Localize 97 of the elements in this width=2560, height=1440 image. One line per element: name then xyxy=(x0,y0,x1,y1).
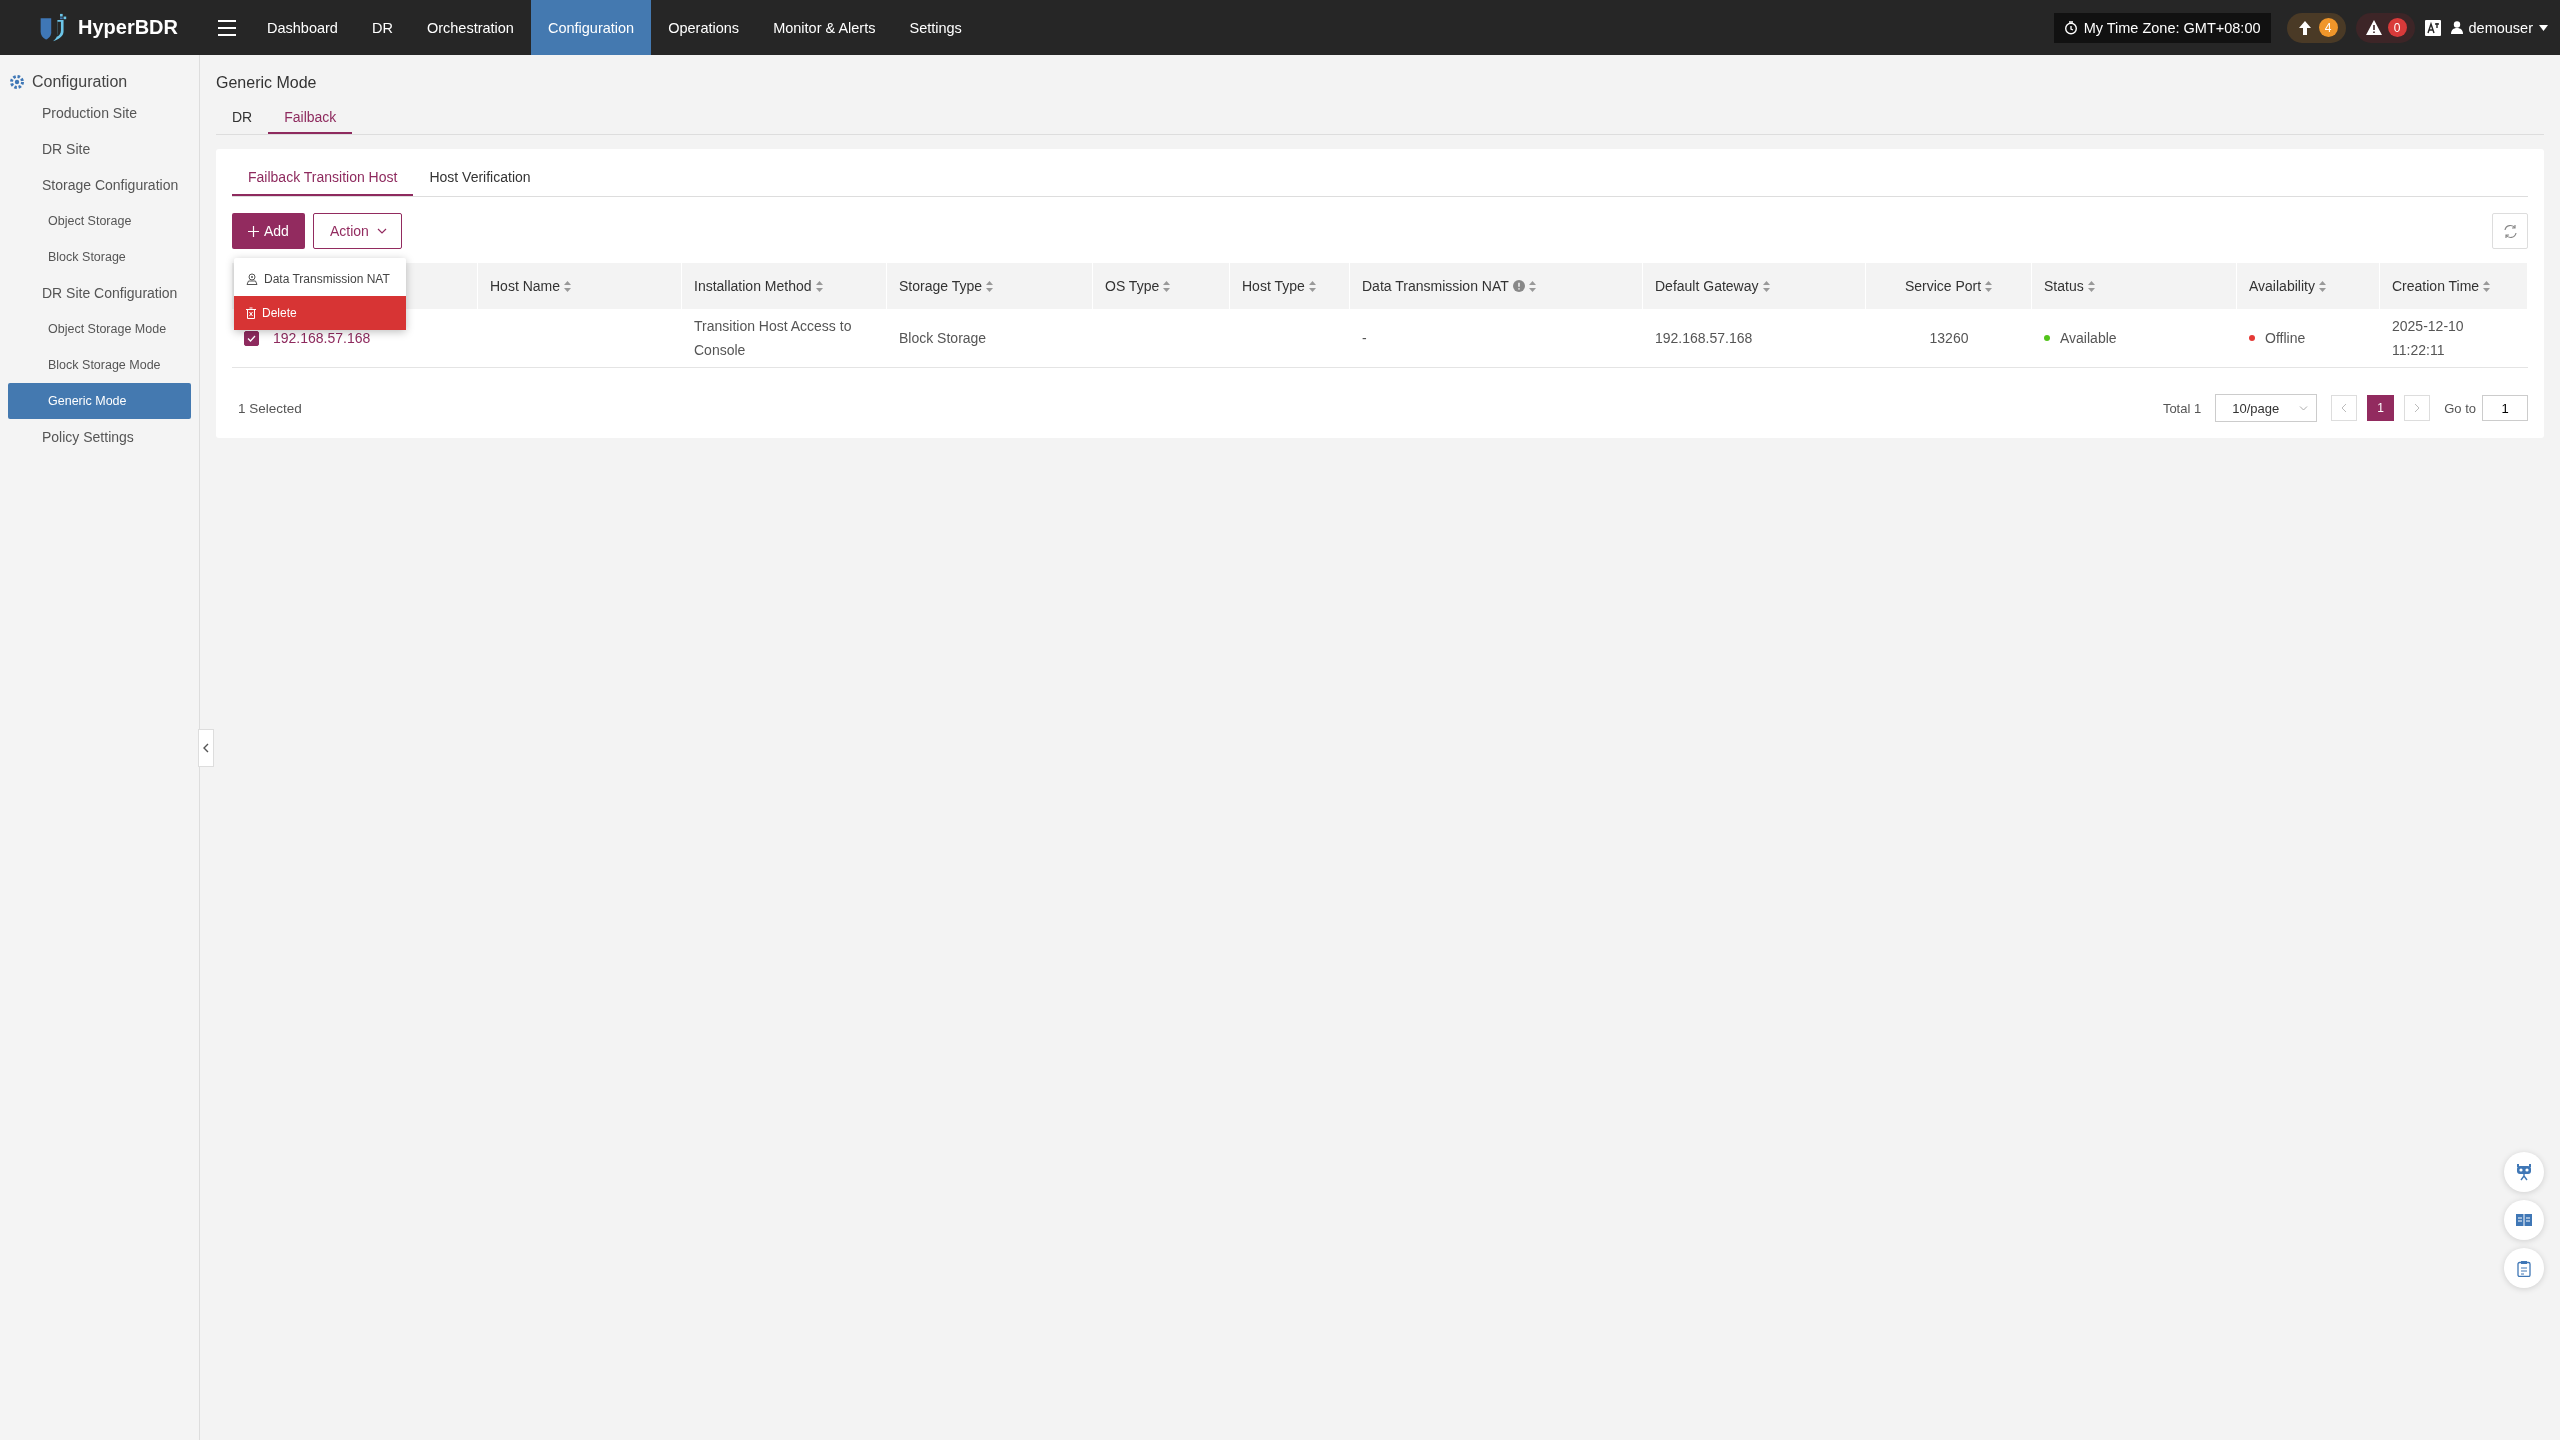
sort-icon[interactable] xyxy=(1528,280,1536,292)
sidebar-item[interactable]: Policy Settings xyxy=(8,419,191,455)
total-count: Total 1 xyxy=(2162,400,2202,416)
column-header: Host Name xyxy=(490,278,561,294)
menu-item[interactable]: Data Transmission NAT xyxy=(234,262,406,296)
column-header: Data Transmission NAT xyxy=(1362,278,1509,294)
column-header: Default Gateway xyxy=(1655,278,1759,294)
add-button[interactable]: Add xyxy=(232,213,305,249)
sidebar-item[interactable]: Generic Mode xyxy=(8,383,191,419)
sort-icon[interactable] xyxy=(1163,280,1171,292)
check-icon xyxy=(247,334,256,342)
column-header: Service Port xyxy=(1904,278,1982,294)
column-header: Creation Time xyxy=(2392,278,2480,294)
page-button[interactable]: 1 xyxy=(2367,395,2395,421)
table-cell-text: 13260 xyxy=(1929,329,1969,348)
sort-icon[interactable] xyxy=(2318,280,2326,292)
robot-button[interactable] xyxy=(2504,1152,2544,1192)
column-header: Installation Method xyxy=(694,278,812,294)
book-icon xyxy=(2515,1213,2533,1227)
chevron-down-icon xyxy=(376,228,387,234)
nav-tab[interactable]: Settings xyxy=(892,0,979,55)
sort-icon[interactable] xyxy=(986,280,994,292)
status-text: Available xyxy=(2060,329,2117,348)
sidebar-item[interactable]: Storage Configuration xyxy=(8,167,191,203)
table-cell-text: Transition Host Access to Console xyxy=(694,317,853,360)
column-header: Status xyxy=(2044,278,2084,294)
table-cell-text: 192.168.57.168 xyxy=(1655,329,1753,348)
nav-tab[interactable]: Configuration xyxy=(530,0,652,55)
sort-icon[interactable] xyxy=(1762,280,1770,292)
menu-item[interactable]: Delete xyxy=(234,296,406,330)
tab[interactable]: Failback xyxy=(268,103,353,134)
action-dropdown[interactable]: Action xyxy=(312,213,402,249)
nav-tab[interactable]: Dashboard xyxy=(250,0,355,55)
tab[interactable]: Host Verification xyxy=(413,161,547,196)
arrow-up-icon xyxy=(2296,19,2313,36)
book-button[interactable] xyxy=(2504,1200,2544,1240)
sort-icon[interactable] xyxy=(815,280,823,292)
sidebar-item[interactable]: DR Site xyxy=(8,131,191,167)
column-header: Host Type xyxy=(1242,278,1305,294)
sort-icon[interactable] xyxy=(2087,280,2095,292)
column-header: Availability xyxy=(2249,278,2315,294)
robot-icon xyxy=(2515,1163,2533,1181)
clipboard-icon xyxy=(2517,1259,2531,1277)
brand-name: HyperBDR xyxy=(77,16,178,39)
tab[interactable]: DR xyxy=(216,103,269,134)
sidebar-item[interactable]: Block Storage Mode xyxy=(8,347,191,383)
sidebar-item[interactable]: Production Site xyxy=(8,95,191,131)
menu-icon[interactable] xyxy=(218,19,236,36)
sidebar-title: Configuration xyxy=(32,73,128,91)
sort-icon[interactable] xyxy=(2483,280,2491,292)
trash-icon xyxy=(246,307,256,319)
go-to-field[interactable]: 1 xyxy=(2482,395,2528,421)
plus-icon xyxy=(248,225,259,237)
timer-icon xyxy=(2063,20,2078,35)
chevron-left-icon xyxy=(203,743,209,753)
sort-icon[interactable] xyxy=(1308,280,1316,292)
previous-page-button[interactable] xyxy=(2331,395,2358,421)
chevron-left-icon xyxy=(2341,403,2348,413)
sort-icon[interactable] xyxy=(1985,280,1993,292)
warning-icon xyxy=(2365,20,2382,35)
column-header: OS Type xyxy=(1105,278,1160,294)
sidebar-item[interactable]: Object Storage Mode xyxy=(8,311,191,347)
status-text: Offline xyxy=(2265,329,2306,348)
alert-badge[interactable]: 0 xyxy=(2355,12,2415,43)
nav-tab[interactable]: Orchestration xyxy=(409,0,531,55)
chevron-right-icon xyxy=(2414,403,2421,413)
clipboard-button[interactable] xyxy=(2504,1248,2544,1288)
info-icon[interactable] xyxy=(1512,280,1525,292)
refresh-icon xyxy=(2502,223,2518,239)
selection-count: 1 Selected xyxy=(237,400,302,416)
collapse-handle[interactable] xyxy=(198,729,214,767)
page-title: Generic Mode xyxy=(216,73,318,93)
translate-icon[interactable] xyxy=(2424,19,2441,36)
time-zone-badge[interactable]: My Time Zone: GMT+08:00 xyxy=(2053,12,2271,43)
table-cell-text: Block Storage xyxy=(899,329,987,348)
location-person-icon xyxy=(246,273,258,285)
nav-tab[interactable]: DR xyxy=(354,0,410,55)
chevron-down-icon xyxy=(2299,405,2309,411)
nav-tab[interactable]: Operations xyxy=(651,0,757,55)
sidebar-item[interactable]: Block Storage xyxy=(8,239,191,275)
nav-tab[interactable]: Monitor & Alerts xyxy=(756,0,893,55)
gear-icon xyxy=(8,73,26,91)
row-checkbox[interactable] xyxy=(244,330,259,346)
user-icon xyxy=(2450,21,2463,34)
table-cell-text: - xyxy=(1362,329,1367,348)
tab[interactable]: Failback Transition Host xyxy=(232,161,414,196)
caret-icon xyxy=(2539,24,2548,31)
page-size-select[interactable]: 10/page xyxy=(2215,394,2318,422)
table-cell-text: 2025-12-10 11:22:11 xyxy=(2392,317,2465,360)
sidebar-item[interactable]: DR Site Configuration xyxy=(8,275,191,311)
go-to-label: Go to xyxy=(2444,400,2476,416)
sort-icon[interactable] xyxy=(564,280,572,292)
column-header: Storage Type xyxy=(899,278,983,294)
user-menu[interactable]: demouser xyxy=(2450,19,2548,36)
refresh-button[interactable] xyxy=(2492,213,2528,249)
next-page-button[interactable] xyxy=(2404,395,2431,421)
sidebar-item[interactable]: Object Storage xyxy=(8,203,191,239)
